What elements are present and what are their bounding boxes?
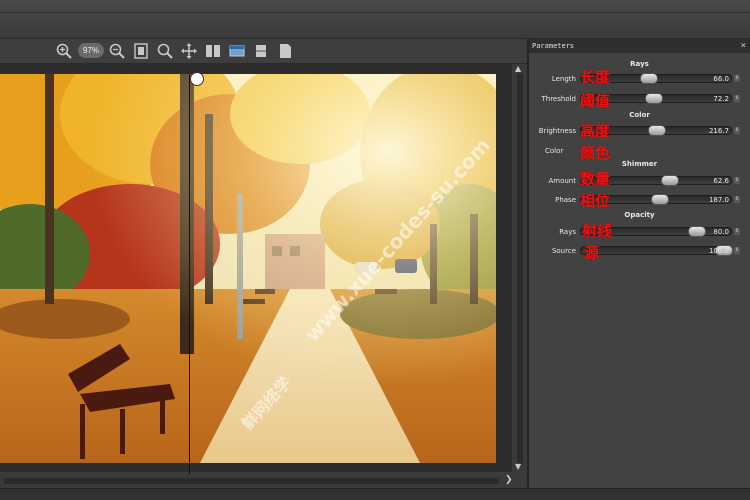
scroll-right-icon[interactable]: ❯ [505, 475, 513, 485]
length-label: Length [551, 75, 576, 83]
annotation-length: 长度 [580, 68, 611, 86]
section-rays: Rays [630, 60, 649, 68]
zoom-out-icon[interactable] [108, 42, 126, 60]
scroll-down-icon[interactable]: ▼ [515, 462, 521, 471]
phase-spin[interactable]: ⇕ [734, 196, 740, 203]
close-icon[interactable]: × [741, 39, 746, 53]
split-view-icon[interactable] [204, 42, 222, 60]
slider-knob[interactable] [648, 125, 666, 136]
status-bar [0, 488, 750, 500]
slider-knob[interactable] [661, 175, 679, 186]
parameters-panel: Parameters × Rays Length 66.0 ⇕ Threshol… [529, 39, 750, 488]
rays-label: Rays [559, 228, 576, 236]
section-opacity: Opacity [624, 211, 655, 219]
brightness-label: Brightness [538, 127, 576, 135]
section-shimmer: Shimmer [621, 160, 658, 168]
length-spin[interactable]: ⇕ [734, 75, 740, 82]
annotation-threshold: 阈值 [580, 92, 611, 110]
amount-label: Amount [548, 177, 576, 185]
annotation-color: 颜色 [580, 144, 611, 162]
source-spin[interactable]: ⇕ [734, 247, 740, 254]
panel-title: Parameters [532, 42, 575, 50]
annotation-brightness: 高度 [580, 122, 611, 140]
panel-header: Parameters × [529, 39, 750, 53]
fit-icon[interactable] [132, 42, 150, 60]
phase-label: Phase [555, 196, 576, 204]
amount-value[interactable]: 62.6 [679, 177, 729, 185]
slider-knob[interactable] [645, 93, 663, 104]
side-by-side-icon[interactable] [228, 42, 246, 60]
horizontal-scrollbar[interactable]: ❯ [0, 474, 527, 488]
split-handle[interactable] [190, 72, 204, 86]
threshold-spin[interactable]: ⇕ [734, 95, 740, 102]
source-value[interactable]: 100.0 [679, 247, 729, 255]
threshold-value[interactable]: 72.2 [679, 95, 729, 103]
brightness-spin[interactable]: ⇕ [734, 127, 740, 134]
rays-value[interactable]: 80.0 [679, 228, 729, 236]
compare-split-line[interactable] [189, 74, 190, 474]
page-icon[interactable] [276, 42, 294, 60]
zoom-in-icon[interactable] [55, 42, 73, 60]
top-bar-divider [0, 12, 750, 13]
annotation-amount: 数量 [580, 170, 611, 188]
annotation-phase: 相位 [580, 192, 611, 210]
annotation-rays: 射线 [582, 222, 613, 240]
slider-knob[interactable] [640, 73, 658, 84]
brightness-value[interactable]: 216.7 [679, 127, 729, 135]
vertical-scroll-track[interactable] [517, 74, 523, 464]
slider-knob[interactable] [651, 194, 669, 205]
single-view-icon[interactable] [252, 42, 270, 60]
move-icon[interactable] [180, 42, 198, 60]
length-value[interactable]: 66.0 [679, 75, 729, 83]
app-top-bar [0, 0, 750, 39]
scroll-up-icon[interactable]: ▲ [515, 64, 521, 73]
amount-spin[interactable]: ⇕ [734, 177, 740, 184]
threshold-label: Threshold [541, 95, 577, 103]
zoom-level[interactable]: 97% [78, 43, 104, 58]
source-label: Source [551, 247, 576, 255]
magnifier-icon[interactable] [156, 42, 174, 60]
view-toolbar: 97% [0, 39, 527, 64]
section-color: Color [629, 111, 650, 119]
rays-spin[interactable]: ⇕ [734, 228, 740, 235]
horizontal-scroll-track[interactable] [4, 478, 499, 484]
phase-value[interactable]: 187.0 [679, 196, 729, 204]
vertical-scrollbar[interactable]: ▲ ▼ [513, 64, 527, 472]
annotation-source: 源 [584, 244, 600, 262]
